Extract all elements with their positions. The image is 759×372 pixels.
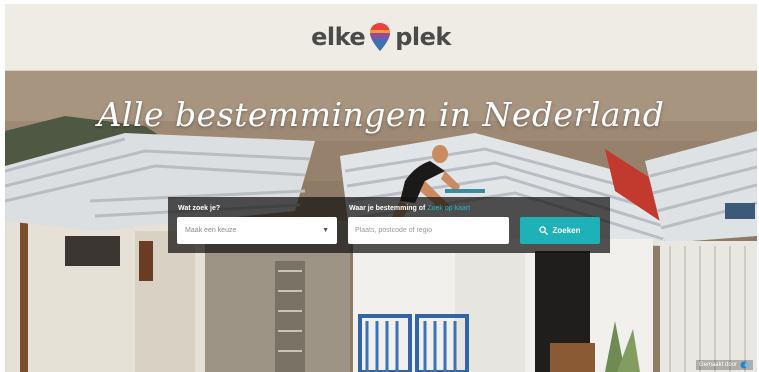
category-select[interactable]: Maak een keuze ▼: [177, 217, 337, 244]
map-search-link[interactable]: Zoek op kaart: [427, 205, 470, 212]
logo-text-right: plek: [395, 23, 451, 51]
search-icon: [539, 226, 549, 235]
hero-tagline: Alle bestemmingen in Nederland: [97, 95, 665, 134]
credit-text: Gemaakt door: [698, 362, 737, 368]
category-select-value: Maak een keuze: [185, 227, 237, 234]
what-label: Wat zoek je?: [178, 205, 221, 212]
site-header: elke plek: [5, 4, 757, 71]
logo-text-left: elke: [311, 23, 366, 51]
search-button[interactable]: Zoeken: [520, 217, 600, 244]
map-pin-icon: [370, 23, 391, 51]
location-input[interactable]: [348, 217, 509, 244]
page: elke plek Alle bestemmingen in Nederland…: [0, 0, 759, 372]
where-label-text: Waar je bestemming of: [349, 205, 426, 212]
search-button-label: Zoeken: [552, 226, 581, 235]
where-label: Waar je bestemming of Zoek op kaart: [349, 205, 470, 212]
hero-banner: Alle bestemmingen in Nederland Wat zoek …: [5, 71, 757, 372]
search-panel: Wat zoek je? Waar je bestemming of Zoek …: [168, 197, 610, 253]
photo-credit[interactable]: Gemaakt door: [695, 360, 753, 370]
credit-logo-icon: [740, 361, 750, 369]
chevron-down-icon: ▼: [322, 227, 329, 234]
site-logo[interactable]: elke plek: [311, 22, 451, 52]
